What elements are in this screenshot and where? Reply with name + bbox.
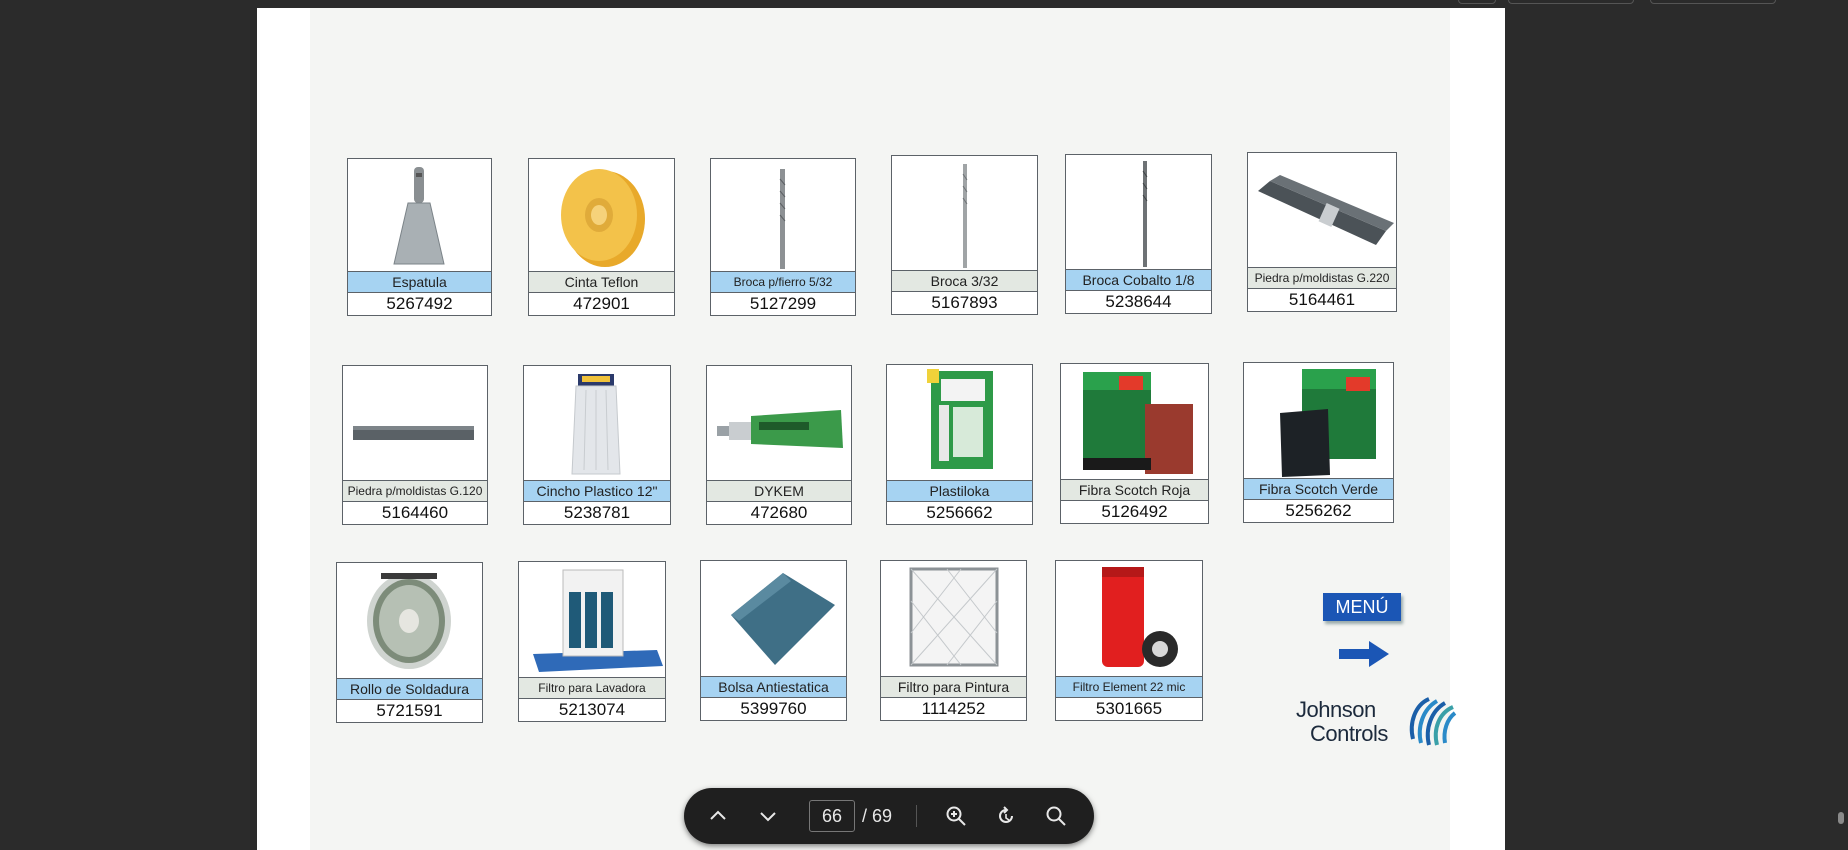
product-name: Piedra p/moldistas G.220 — [1248, 267, 1396, 289]
product-code: 5721591 — [376, 701, 443, 720]
scrollbar-thumb[interactable] — [1838, 812, 1844, 824]
product-name: Filtro para Lavadora — [519, 677, 665, 699]
zoom-in-button[interactable] — [942, 802, 970, 830]
product-card: Broca p/fierro 5/32 5127299 — [710, 158, 856, 316]
chevron-down-icon — [760, 812, 776, 822]
product-code: 472901 — [573, 294, 630, 313]
product-card: DYKEM 472680 — [706, 365, 852, 525]
product-card: Broca 3/32 5167893 — [891, 155, 1038, 315]
viewer-top-bar — [0, 0, 1848, 8]
next-page-button[interactable] — [754, 802, 782, 830]
spatula-image — [348, 159, 491, 273]
product-code: 1114252 — [921, 699, 986, 718]
product-code: 5267492 — [386, 294, 453, 313]
arrow-right-icon — [1339, 641, 1389, 667]
product-name: Bolsa Antiestatica — [701, 676, 846, 698]
rotate-icon — [999, 806, 1013, 823]
teflon-tape-image — [529, 159, 674, 273]
brand-name: Johnson Controls — [1296, 698, 1388, 746]
cable-ties-image — [524, 366, 670, 482]
plastiloka-image — [887, 365, 1032, 482]
toolbar-button[interactable] — [1650, 0, 1776, 4]
product-name: Rollo de Soldadura — [337, 678, 482, 700]
johnson-controls-logo-icon — [1409, 697, 1457, 746]
product-card: Filtro para Lavadora 5213074 — [518, 561, 666, 722]
product-code: 5167893 — [931, 293, 998, 312]
rotate-button[interactable] — [992, 802, 1020, 830]
product-card: Cinta Teflon 472901 — [528, 158, 675, 316]
product-code: 5399760 — [740, 699, 807, 718]
pdf-navigation-toolbar: 66 / 69 — [684, 788, 1094, 844]
brand-line: Controls — [1310, 721, 1388, 746]
menu-button[interactable]: MENÚ — [1323, 593, 1401, 621]
product-name: Broca 3/32 — [892, 270, 1037, 292]
product-code: 5238781 — [563, 503, 631, 522]
dykem-marker-image — [707, 366, 851, 482]
toolbar-button[interactable] — [1458, 0, 1496, 4]
drill-bit-image — [711, 159, 855, 273]
product-name: Espatula — [348, 271, 491, 293]
product-card: Piedra p/moldistas G.120 5164460 — [342, 365, 488, 525]
toolbar-divider — [916, 805, 917, 827]
product-card: Broca Cobalto 1/8 5238644 — [1065, 154, 1212, 314]
product-card: Bolsa Antiestatica 5399760 — [700, 560, 847, 721]
product-card: Fibra Scotch Verde 5256262 — [1243, 362, 1394, 523]
paint-filter-image — [881, 561, 1026, 678]
product-name: Plastiloka — [887, 480, 1032, 502]
product-name: Broca p/fierro 5/32 — [711, 271, 855, 293]
product-code: 5301665 — [1095, 699, 1163, 718]
product-code: 5126492 — [1101, 502, 1168, 521]
page-number-input[interactable]: 66 — [809, 800, 855, 832]
pdf-page: Espatula 5267492 Cinta Teflon 472901 Bro… — [257, 8, 1505, 850]
solder-spool-image — [337, 563, 482, 680]
scanned-catalog: Espatula 5267492 Cinta Teflon 472901 Bro… — [310, 8, 1457, 850]
product-card: Fibra Scotch Roja 5126492 — [1060, 363, 1209, 524]
product-code: 5238644 — [1105, 292, 1172, 311]
product-code: 5164460 — [381, 503, 449, 522]
product-card: Cincho Plastico 12" 5238781 — [523, 365, 671, 525]
toolbar-button[interactable] — [1508, 0, 1634, 4]
product-name: Fibra Scotch Roja — [1061, 479, 1208, 501]
sharpening-stone-image — [343, 366, 487, 482]
product-card: Piedra p/moldistas G.220 5164461 — [1247, 152, 1397, 312]
brand-line: Johnson — [1296, 697, 1376, 722]
product-code: 5256662 — [926, 503, 993, 522]
product-card: Filtro para Pintura 1114252 — [880, 560, 1027, 721]
product-code: 472680 — [750, 503, 808, 522]
product-card: Plastiloka 5256662 — [886, 364, 1033, 525]
previous-page-button[interactable] — [704, 802, 732, 830]
zoom-in-icon — [946, 806, 966, 826]
search-icon — [1046, 806, 1066, 826]
search-button[interactable] — [1042, 802, 1070, 830]
product-code: 5164461 — [1288, 290, 1356, 309]
product-card: Filtro Element 22 mic 5301665 — [1055, 560, 1203, 721]
product-card: Espatula 5267492 — [347, 158, 492, 316]
product-card: Rollo de Soldadura 5721591 — [336, 562, 483, 723]
product-name: Broca Cobalto 1/8 — [1066, 269, 1211, 291]
product-name: Filtro Element 22 mic — [1056, 676, 1202, 698]
filter-element-image — [1056, 561, 1202, 678]
cobalt-drill-bit-image — [1066, 155, 1211, 271]
product-name: Cinta Teflon — [529, 271, 674, 293]
washer-filter-image — [519, 562, 665, 679]
product-name: Cincho Plastico 12" — [524, 480, 670, 502]
scotch-pad-red-image — [1061, 364, 1208, 481]
scotch-pad-green-image — [1244, 363, 1393, 480]
product-name: DYKEM — [707, 480, 851, 502]
drill-bit-image — [892, 156, 1037, 272]
antistatic-bag-image — [701, 561, 846, 678]
product-code: 5213074 — [558, 700, 626, 719]
product-name: Fibra Scotch Verde — [1244, 478, 1393, 500]
product-name: Piedra p/moldistas G.120 — [343, 480, 487, 502]
chevron-up-icon — [710, 810, 726, 820]
product-name: Filtro para Pintura — [881, 676, 1026, 698]
page-total: / 69 — [862, 806, 893, 826]
product-code: 5256262 — [1285, 501, 1352, 520]
product-code: 5127299 — [749, 294, 817, 313]
sharpening-stone-image — [1248, 153, 1396, 269]
